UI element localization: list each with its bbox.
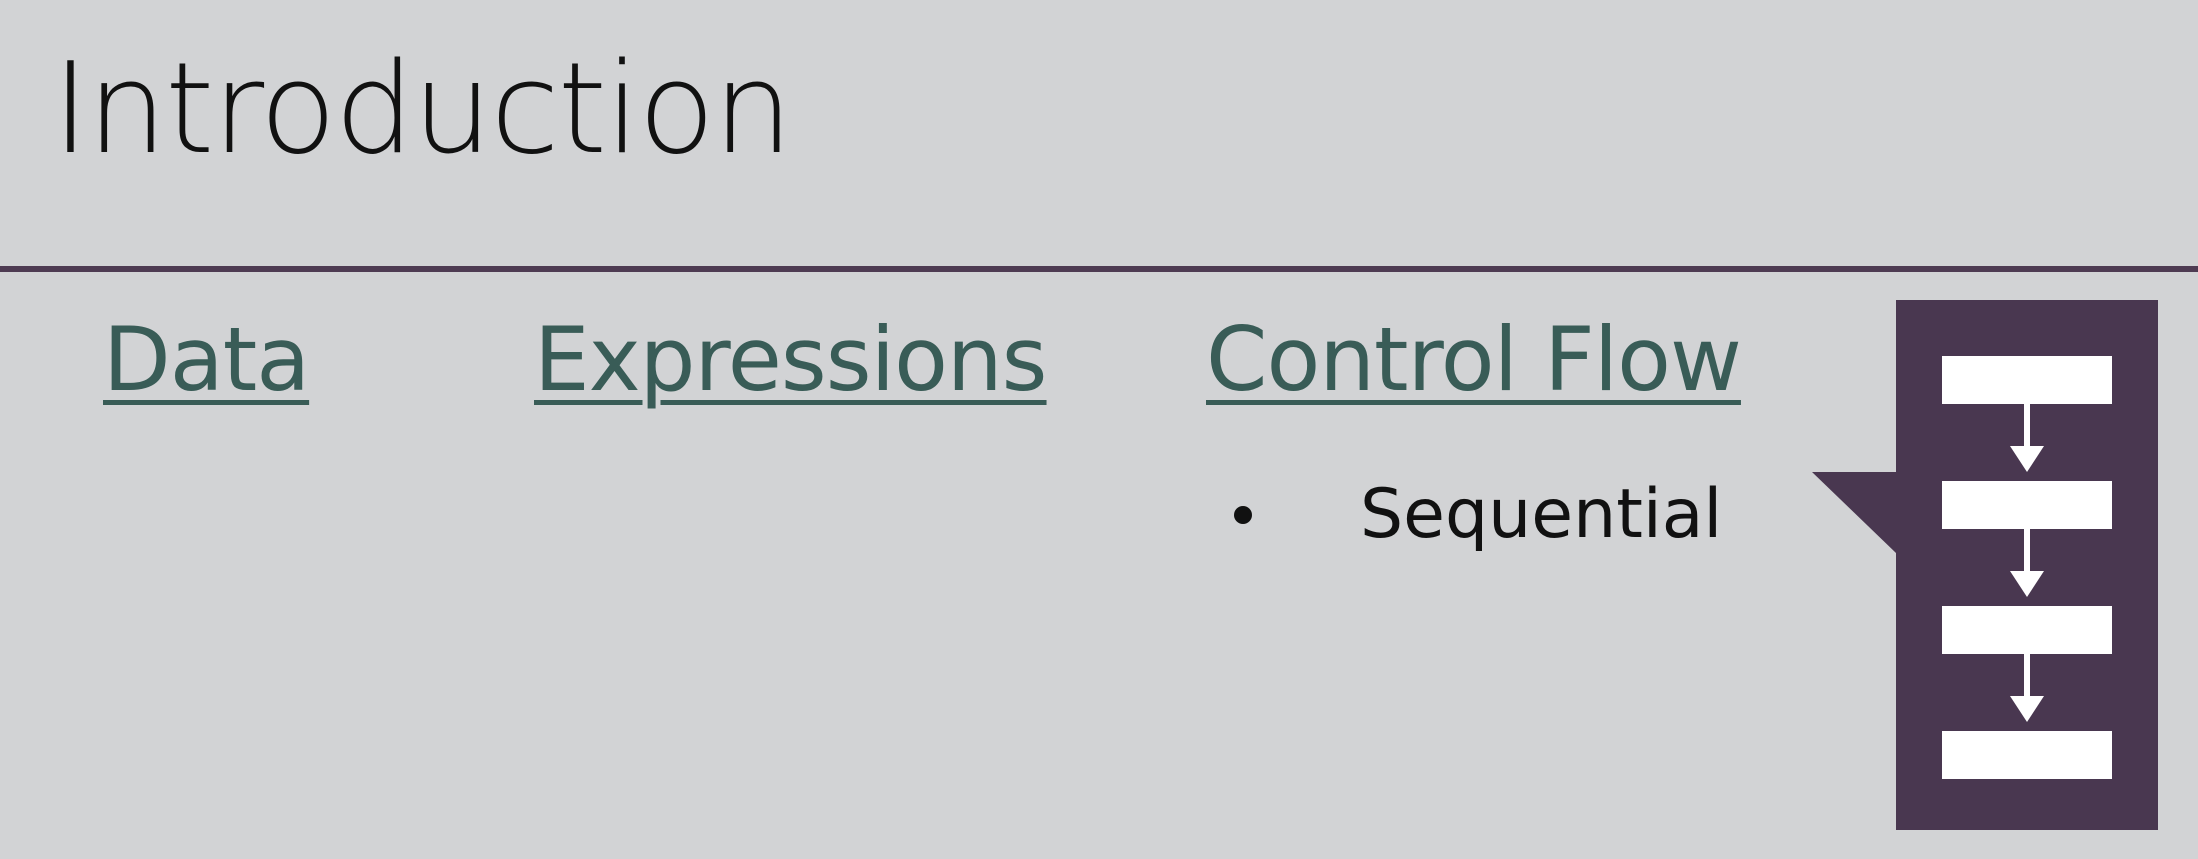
bullet-item-sequential: Sequential — [1230, 475, 1722, 554]
flow-step-box — [1942, 481, 2112, 529]
bullet-text: Sequential — [1360, 475, 1723, 554]
topic-link-expressions[interactable]: Expressions — [534, 311, 1048, 409]
title-divider — [0, 266, 2198, 272]
topic-link-control-flow[interactable]: Control Flow — [1206, 311, 1742, 409]
slide: Introduction Data Expressions Control Fl… — [0, 0, 2198, 859]
callout-pointer — [1812, 472, 1896, 553]
flow-step-box — [1942, 606, 2112, 654]
bullet-dot-icon — [1234, 505, 1252, 524]
control-flow-bullet-list: Sequential — [1230, 475, 1722, 554]
sequential-flow-icon — [1812, 300, 2158, 830]
slide-title: Introduction — [52, 35, 793, 182]
topic-link-data[interactable]: Data — [103, 311, 310, 409]
flow-step-box — [1942, 731, 2112, 779]
flow-step-box — [1942, 356, 2112, 404]
